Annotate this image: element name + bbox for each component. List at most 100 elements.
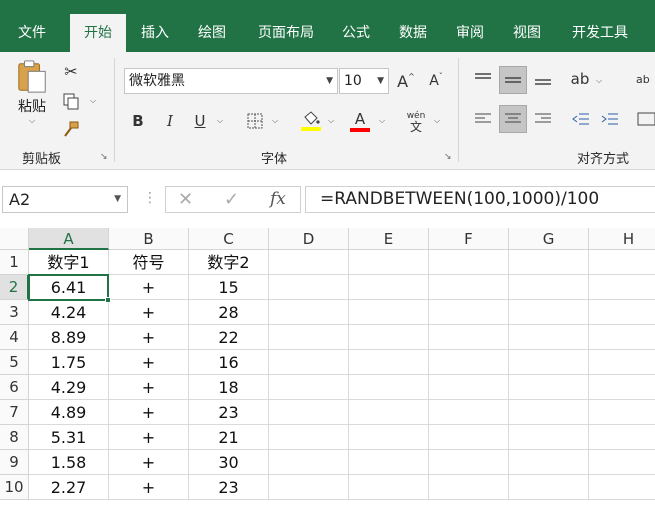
cell-f2[interactable] [429, 275, 509, 300]
cell-b10[interactable]: + [109, 475, 189, 500]
column-header-a[interactable]: A [29, 228, 109, 250]
align-middle-icon[interactable] [499, 66, 527, 94]
cell-d4[interactable] [269, 325, 349, 350]
enter-icon[interactable]: ✓ [224, 189, 239, 210]
cell-h1[interactable] [589, 250, 655, 275]
cell-c5[interactable]: 16 [189, 350, 269, 375]
tab-file[interactable]: 文件 [6, 14, 58, 52]
cell-f9[interactable] [429, 450, 509, 475]
cell-c10[interactable]: 23 [189, 475, 269, 500]
tab-developer[interactable]: 开发工具 [562, 14, 638, 52]
cell-g6[interactable] [509, 375, 589, 400]
cell-a5[interactable]: 1.75 [29, 350, 109, 375]
chevron-down-icon[interactable]: ▼ [377, 69, 384, 93]
cell-h6[interactable] [589, 375, 655, 400]
chevron-down-icon[interactable]: ⌵ [90, 96, 96, 106]
chevron-down-icon[interactable]: ⌵ [217, 116, 223, 126]
orientation-icon[interactable]: ab [568, 66, 592, 92]
formula-bar-grip[interactable]: ⋮ [143, 190, 157, 206]
dialog-launcher-icon[interactable]: ↘ [444, 152, 454, 162]
cell-g2[interactable] [509, 275, 589, 300]
cell-h3[interactable] [589, 300, 655, 325]
cell-d5[interactable] [269, 350, 349, 375]
cell-b3[interactable]: + [109, 300, 189, 325]
cell-g5[interactable] [509, 350, 589, 375]
tab-draw[interactable]: 绘图 [188, 14, 236, 52]
chevron-down-icon[interactable]: ⌵ [379, 116, 385, 126]
cell-h7[interactable] [589, 400, 655, 425]
cell-f4[interactable] [429, 325, 509, 350]
cell-a3[interactable]: 4.24 [29, 300, 109, 325]
name-box[interactable]: A2 ▼ [2, 186, 128, 213]
copy-icon[interactable] [60, 90, 82, 112]
tab-data[interactable]: 数据 [389, 14, 437, 52]
cell-h8[interactable] [589, 425, 655, 450]
chevron-down-icon[interactable]: ▼ [326, 69, 333, 93]
cell-h2[interactable] [589, 275, 655, 300]
cell-f5[interactable] [429, 350, 509, 375]
merge-center-icon[interactable] [636, 106, 655, 132]
cell-c8[interactable]: 21 [189, 425, 269, 450]
column-header-e[interactable]: E [349, 228, 429, 250]
underline-button[interactable]: U [190, 110, 210, 132]
cell-e2[interactable] [349, 275, 429, 300]
align-right-icon[interactable] [530, 106, 556, 132]
cell-f1[interactable] [429, 250, 509, 275]
cell-b9[interactable]: + [109, 450, 189, 475]
cell-d3[interactable] [269, 300, 349, 325]
cell-g4[interactable] [509, 325, 589, 350]
font-size-combo[interactable]: 10 ▼ [339, 68, 389, 94]
cell-b7[interactable]: + [109, 400, 189, 425]
cell-h9[interactable] [589, 450, 655, 475]
tab-page-layout[interactable]: 页面布局 [246, 14, 326, 52]
cell-g8[interactable] [509, 425, 589, 450]
cell-a7[interactable]: 4.89 [29, 400, 109, 425]
cell-b1[interactable]: 符号 [109, 250, 189, 275]
cell-c1[interactable]: 数字2 [189, 250, 269, 275]
borders-icon[interactable] [244, 110, 266, 132]
row-header-2[interactable]: 2 [0, 275, 29, 300]
align-left-icon[interactable] [470, 106, 496, 132]
align-bottom-icon[interactable] [530, 66, 556, 92]
column-header-b[interactable]: B [109, 228, 189, 250]
chevron-down-icon[interactable]: ⌵ [596, 76, 602, 86]
cell-b2[interactable]: + [109, 275, 189, 300]
cell-b8[interactable]: + [109, 425, 189, 450]
font-name-combo[interactable]: 微软雅黑 ▼ [124, 68, 338, 94]
wrap-text-icon[interactable]: ab [636, 66, 655, 92]
chevron-down-icon[interactable]: ⌵ [272, 116, 278, 126]
cell-e3[interactable] [349, 300, 429, 325]
cell-b6[interactable]: + [109, 375, 189, 400]
cell-d10[interactable] [269, 475, 349, 500]
cell-g7[interactable] [509, 400, 589, 425]
insert-function-icon[interactable]: fx [270, 189, 286, 209]
cell-d6[interactable] [269, 375, 349, 400]
cell-a4[interactable]: 8.89 [29, 325, 109, 350]
select-all-corner[interactable] [0, 228, 29, 250]
tab-review[interactable]: 审阅 [446, 14, 494, 52]
cell-g1[interactable] [509, 250, 589, 275]
cell-f3[interactable] [429, 300, 509, 325]
cell-b5[interactable]: + [109, 350, 189, 375]
cell-e9[interactable] [349, 450, 429, 475]
phonetic-guide-button[interactable]: wén 文 [404, 108, 428, 136]
cancel-icon[interactable]: ✕ [178, 189, 193, 210]
tab-insert[interactable]: 插入 [131, 14, 179, 52]
cell-c9[interactable]: 30 [189, 450, 269, 475]
cell-c2[interactable]: 15 [189, 275, 269, 300]
decrease-indent-icon[interactable] [568, 106, 594, 132]
cell-f8[interactable] [429, 425, 509, 450]
cell-e7[interactable] [349, 400, 429, 425]
cell-e5[interactable] [349, 350, 429, 375]
cell-c4[interactable]: 22 [189, 325, 269, 350]
row-header-8[interactable]: 8 [0, 425, 29, 450]
align-top-icon[interactable] [470, 66, 496, 92]
cell-f10[interactable] [429, 475, 509, 500]
cell-d8[interactable] [269, 425, 349, 450]
cell-h4[interactable] [589, 325, 655, 350]
row-header-9[interactable]: 9 [0, 450, 29, 475]
cell-c7[interactable]: 23 [189, 400, 269, 425]
cell-a6[interactable]: 4.29 [29, 375, 109, 400]
decrease-font-size-button[interactable]: Aˇ [424, 68, 448, 94]
column-header-g[interactable]: G [509, 228, 589, 250]
